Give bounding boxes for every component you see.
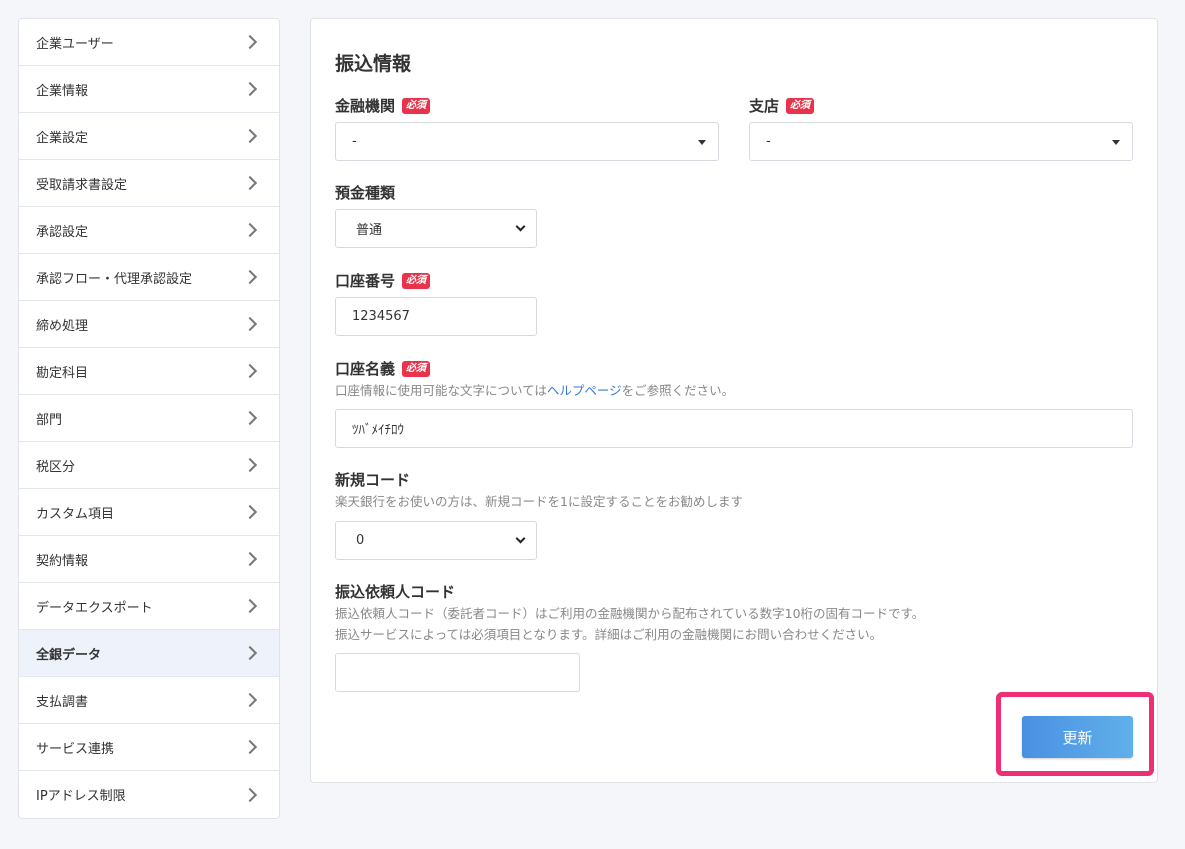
branch-select[interactable]: - <box>749 122 1133 161</box>
sidebar-item[interactable]: 勘定科目 <box>19 348 279 395</box>
sidebar-item-label: サービス連携 <box>36 741 115 757</box>
chevron-right-icon <box>242 410 258 426</box>
help-page-link[interactable]: ヘルプページ <box>547 383 622 398</box>
sidebar-item[interactable]: 支払調書 <box>19 677 279 724</box>
account-name-help: 口座情報に使用可能な文字についてはヘルプページをご参照ください。 <box>335 383 735 398</box>
chevron-down-icon <box>515 221 526 231</box>
page-title: 振込情報 <box>335 53 412 75</box>
sidebar-item[interactable]: 承認設定 <box>19 207 279 254</box>
new-code-select[interactable]: 0 <box>335 521 537 560</box>
sidebar-item[interactable]: データエクスポート <box>19 583 279 630</box>
sidebar-item[interactable]: 企業ユーザー <box>19 19 279 66</box>
chevron-down-icon <box>515 533 526 543</box>
chevron-right-icon <box>242 598 258 614</box>
required-badge: 必須 <box>402 360 431 377</box>
new-code-label: 新規コード <box>335 471 411 489</box>
sidebar-item-label: 企業ユーザー <box>36 36 114 52</box>
account-number-label: 口座番号 必須 <box>335 270 431 291</box>
required-badge: 必須 <box>402 97 431 114</box>
update-button[interactable]: 更新 <box>1022 716 1133 758</box>
account-name-input[interactable]: ﾂﾊﾞﾒｲﾁﾛｳ <box>335 409 1133 448</box>
sidebar-item-label: 受取請求書設定 <box>36 177 128 193</box>
required-badge: 必須 <box>402 272 431 289</box>
caret-down-icon <box>698 139 706 145</box>
chevron-right-icon <box>242 645 258 661</box>
sidebar-item[interactable]: IPアドレス制限 <box>19 771 279 818</box>
branch-label: 支店 必須 <box>749 95 815 116</box>
sidebar-item[interactable]: 部門 <box>19 395 279 442</box>
sidebar-item-label: データエクスポート <box>36 600 153 616</box>
sidebar-item-label: IPアドレス制限 <box>36 789 126 804</box>
sidebar-item[interactable]: 承認フロー・代理承認設定 <box>19 254 279 301</box>
account-name-label: 口座名義 必須 <box>335 358 431 379</box>
sidebar-item[interactable]: カスタム項目 <box>19 489 279 536</box>
chevron-right-icon <box>242 363 258 379</box>
chevron-right-icon <box>242 34 258 50</box>
requester-code-input[interactable] <box>335 653 580 692</box>
sidebar-item-label: カスタム項目 <box>36 506 115 522</box>
chevron-right-icon <box>242 551 258 567</box>
sidebar-item-label: 税区分 <box>36 459 76 475</box>
sidebar-item-label: 承認フロー・代理承認設定 <box>36 271 193 287</box>
chevron-right-icon <box>242 787 258 802</box>
sidebar-item-label: 企業設定 <box>36 130 89 146</box>
sidebar-item-label: 企業情報 <box>36 83 89 99</box>
sidebar-item[interactable]: サービス連携 <box>19 724 279 771</box>
chevron-right-icon <box>242 128 258 144</box>
deposit-type-label: 預金種類 <box>335 184 396 202</box>
chevron-right-icon <box>242 739 258 755</box>
new-code-help: 楽天銀行をお使いの方は、新規コードを1に設定することをお勧めします <box>335 494 743 509</box>
bank-label: 金融機関 必須 <box>335 95 431 116</box>
sidebar-item[interactable]: 締め処理 <box>19 301 279 348</box>
sidebar-item[interactable]: 企業情報 <box>19 66 279 113</box>
sidebar-item[interactable]: 受取請求書設定 <box>19 160 279 207</box>
chevron-right-icon <box>242 316 258 332</box>
requester-code-label: 振込依頼人コード <box>335 583 456 601</box>
chevron-right-icon <box>242 504 258 520</box>
chevron-right-icon <box>242 222 258 238</box>
chevron-right-icon <box>242 175 258 191</box>
deposit-type-select[interactable]: 普通 <box>335 209 537 248</box>
sidebar-item-label: 締め処理 <box>36 318 89 334</box>
required-badge: 必須 <box>786 97 815 114</box>
caret-down-icon <box>1112 139 1120 145</box>
chevron-right-icon <box>242 692 258 708</box>
sidebar-item-label: 契約情報 <box>36 553 89 569</box>
sidebar-item[interactable]: 全銀データ <box>19 630 279 677</box>
sidebar-item-label: 支払調書 <box>36 694 89 710</box>
sidebar-item[interactable]: 企業設定 <box>19 113 279 160</box>
account-number-input[interactable]: 1234567 <box>335 297 537 336</box>
transfer-info-card: 振込情報 金融機関 必須 - 支店 必須 - 預金種類 普通 口座番号 必須 1… <box>310 18 1158 783</box>
chevron-right-icon <box>242 269 258 285</box>
sidebar-item-label: 部門 <box>36 412 63 428</box>
sidebar-item-label: 承認設定 <box>36 224 89 240</box>
requester-code-help: 振込依頼人コード（委託者コード）はご利用の金融機関から配布されている数字10桁の… <box>335 606 925 642</box>
sidebar-item-label: 全銀データ <box>36 647 102 663</box>
sidebar-item-label: 勘定科目 <box>36 365 89 381</box>
sidebar-item[interactable]: 税区分 <box>19 442 279 489</box>
sidebar-item[interactable]: 契約情報 <box>19 536 279 583</box>
chevron-right-icon <box>242 457 258 473</box>
chevron-right-icon <box>242 81 258 97</box>
settings-sidebar: 企業ユーザー 企業情報企業設定受取請求書設定 承認設定承認フロー・代理承認設定 締め処… <box>18 18 280 819</box>
bank-select[interactable]: - <box>335 122 719 161</box>
